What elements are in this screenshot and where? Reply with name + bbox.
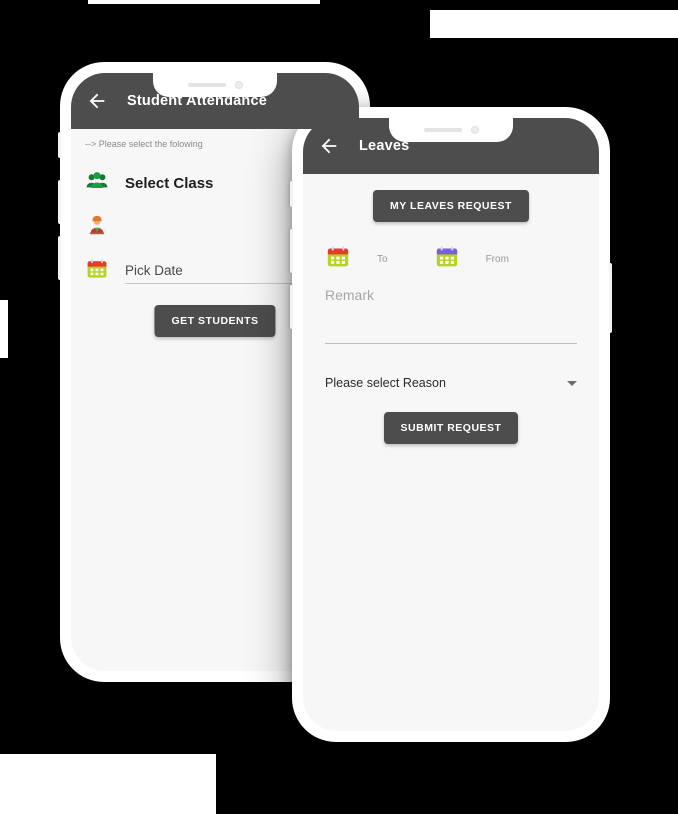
remark-underline bbox=[325, 343, 577, 344]
device2-button-power[interactable] bbox=[609, 263, 612, 333]
screenshot-canvas: Student Attendance --> Please select the… bbox=[0, 0, 678, 814]
device-notch bbox=[153, 73, 277, 97]
date-picker-to[interactable]: To bbox=[325, 244, 388, 275]
get-students-button[interactable]: GET STUDENTS bbox=[154, 305, 276, 337]
date-label-from: From bbox=[485, 254, 509, 265]
earpiece-speaker-icon bbox=[423, 128, 462, 132]
student-person-icon bbox=[85, 213, 109, 242]
chevron-down-icon[interactable] bbox=[567, 380, 577, 386]
earpiece-speaker-icon bbox=[187, 83, 226, 87]
front-camera-icon bbox=[234, 81, 243, 89]
row-label-select-class: Select Class bbox=[125, 174, 214, 192]
background-patch-top bbox=[88, 0, 320, 4]
back-arrow-icon[interactable] bbox=[85, 89, 109, 113]
background-patch-top-right bbox=[430, 10, 678, 38]
back-arrow-icon[interactable] bbox=[317, 134, 341, 158]
device-button-volume-down[interactable] bbox=[58, 236, 61, 280]
device2-notch bbox=[389, 118, 513, 142]
device2-button-volume-up[interactable] bbox=[290, 229, 293, 273]
my-leaves-request-row: MY LEAVES REQUEST bbox=[303, 190, 599, 222]
group-people-icon bbox=[85, 169, 109, 198]
background-patch-left bbox=[0, 300, 8, 358]
date-picker-from[interactable]: From bbox=[434, 244, 509, 275]
phone-device-leaves: Leaves MY LEAVES REQUEST To From Remark … bbox=[290, 107, 612, 742]
calendar-purple-icon[interactable] bbox=[434, 244, 460, 275]
device-button-mute[interactable] bbox=[58, 132, 61, 158]
leaves-form: MY LEAVES REQUEST To From Remark Please … bbox=[303, 174, 599, 444]
remark-field-block[interactable]: Remark bbox=[303, 287, 599, 344]
reason-select-value: Please select Reason bbox=[325, 376, 446, 390]
front-camera-icon bbox=[470, 126, 479, 134]
reason-select[interactable]: Please select Reason bbox=[303, 376, 599, 390]
device-button-volume-up[interactable] bbox=[58, 180, 61, 224]
screen-leaves: Leaves MY LEAVES REQUEST To From Remark … bbox=[303, 118, 599, 731]
background-patch-bottom-left bbox=[0, 754, 216, 814]
date-pickers-row: To From bbox=[303, 244, 599, 275]
device2-button-mute[interactable] bbox=[290, 181, 293, 207]
submit-request-button[interactable]: SUBMIT REQUEST bbox=[383, 412, 519, 444]
my-leaves-request-button[interactable]: MY LEAVES REQUEST bbox=[373, 190, 529, 222]
calendar-red-icon[interactable] bbox=[325, 244, 351, 275]
phone2-inner-bezel: Leaves MY LEAVES REQUEST To From Remark … bbox=[303, 118, 599, 731]
calendar-red-icon bbox=[85, 257, 109, 286]
date-label-to: To bbox=[377, 254, 388, 265]
submit-request-row: SUBMIT REQUEST bbox=[303, 412, 599, 444]
remark-input[interactable]: Remark bbox=[325, 287, 577, 303]
device2-button-volume-down[interactable] bbox=[290, 285, 293, 329]
